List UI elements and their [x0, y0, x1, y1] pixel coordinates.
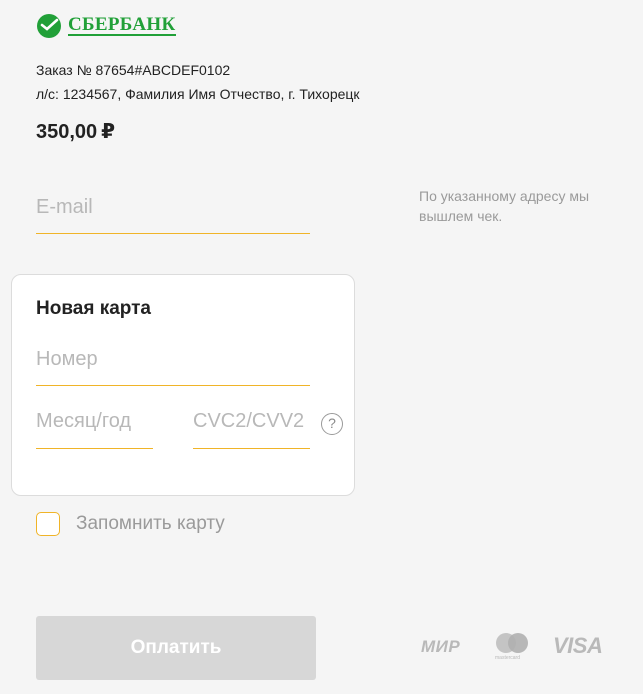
visa-logo: VISA: [553, 633, 603, 658]
remember-card-checkbox[interactable]: [36, 512, 60, 536]
amount-value: 350,00: [36, 121, 98, 143]
sberbank-logo-icon: [37, 14, 61, 38]
remember-card-toggle[interactable]: Запомнить карту: [36, 512, 225, 536]
cvc-input[interactable]: [193, 410, 310, 433]
mir-logo: МИР: [421, 637, 461, 656]
card-title: Новая карта: [36, 298, 151, 319]
expiry-input[interactable]: [36, 410, 153, 433]
email-field[interactable]: [36, 196, 310, 234]
brand-name: СБЕРБАНК: [68, 14, 176, 36]
email-note: По указанному адресу мы вышлем чек.: [419, 188, 590, 224]
currency-sign: ₽: [101, 121, 116, 143]
sberbank-logo: СБЕРБАНК: [36, 13, 176, 39]
order-amount: 350,00 ₽: [36, 119, 115, 144]
remember-card-label: Запомнить карту: [76, 513, 225, 534]
card-number-field[interactable]: [36, 348, 310, 386]
mastercard-label: mastercard: [495, 655, 521, 661]
cvc-field[interactable]: [193, 410, 310, 449]
order-number: Заказ № 87654#ABCDEF0102: [36, 62, 231, 78]
account-info: л/с: 1234567, Фамилия Имя Отчество, г. Т…: [36, 86, 360, 102]
expiry-field[interactable]: [36, 410, 153, 449]
card-number-input[interactable]: [36, 348, 310, 371]
pay-button[interactable]: Оплатить: [36, 616, 316, 680]
cvc-help-icon[interactable]: ?: [321, 413, 343, 435]
email-input[interactable]: [36, 196, 310, 219]
